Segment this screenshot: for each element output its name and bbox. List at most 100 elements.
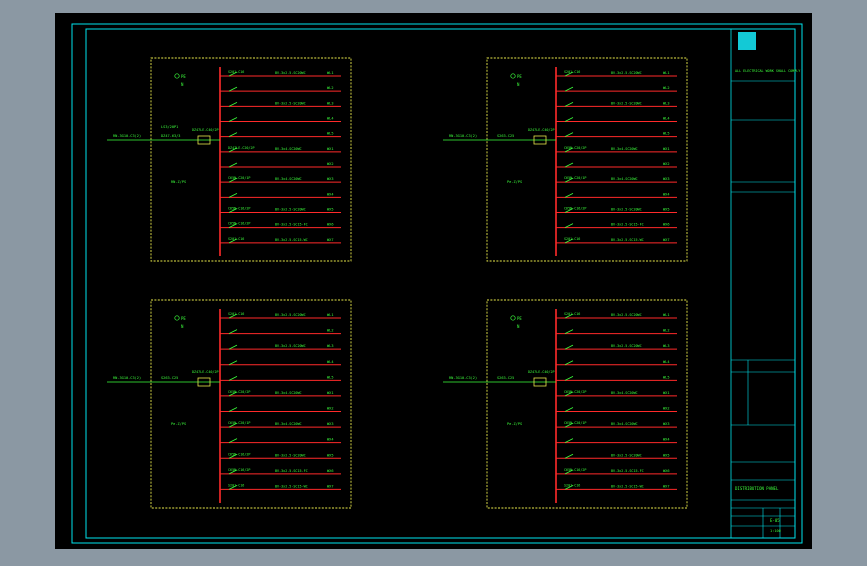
circuit-breaker-label: DZ47LE-C20/2P <box>228 146 255 150</box>
circuit-breaker-label: S201-C16 <box>564 237 580 241</box>
circuit-id: WX2 <box>663 162 670 166</box>
circuit-breaker-label: S201-C16 <box>564 312 580 316</box>
circuit-cable-label: BV-3x2.5-SC15-WC <box>275 484 308 488</box>
circuit-cable-label: BV-3x4-SC20WC <box>275 422 302 426</box>
circuit-cable-label: BV-3x2.5-SC20WC <box>611 101 642 105</box>
side-label-a: LS3/20P1 <box>161 125 178 129</box>
circuit-id: WX5 <box>663 453 670 457</box>
circuit-breaker-label: S201-C16 <box>228 70 244 74</box>
circuit-id: WX5 <box>663 208 670 212</box>
circuit-id: WL5 <box>663 132 670 136</box>
circuit-id: WL4 <box>663 117 670 121</box>
circuit-breaker-label: C65N-C16/2P <box>228 452 250 456</box>
circuit-id: WX6 <box>327 223 334 227</box>
circuit-id: WL4 <box>663 360 670 364</box>
circuit-id: WX3 <box>327 177 334 181</box>
circuit-id: WX6 <box>663 223 670 227</box>
main-switch-label: S263-C25 <box>497 376 514 380</box>
circuit-cable-label: BV-3x4-SC20WC <box>611 422 638 426</box>
circuit-cable-label: BV-3x2.5-SC20WC <box>611 208 642 212</box>
drawing-number: E-05 <box>770 518 780 523</box>
cad-viewport[interactable]: ALL ELECTRICAL WORK SHALL COMPLY DISTRIB… <box>0 0 867 562</box>
design-note: ALL ELECTRICAL WORK SHALL COMPLY <box>735 69 800 73</box>
circuit-breaker-label: C65N-C20/2P <box>564 390 586 394</box>
circuit-cable-label: BV-3x2.5-SC20WC <box>275 453 306 457</box>
circuit-cable-label: BV-3x2.5-SC15-WC <box>611 238 644 242</box>
circuit-cable-label: BV-3x2.5-SC20WC <box>275 344 306 348</box>
circuit-cable-label: BV-3x4-SC20WC <box>611 147 638 151</box>
pe-label: PE <box>517 316 522 321</box>
side-label-b: RN-Z/PS <box>171 180 186 184</box>
circuit-breaker-label: C65N-C16/2P <box>228 207 250 211</box>
circuit-cable-label: BV-3x2.5-SC15-FC <box>611 223 644 227</box>
circuit-id: WX7 <box>327 484 334 488</box>
main-switch-label: S263-C25 <box>161 376 178 380</box>
meter-label: DZ47LE-C40/2P <box>192 128 219 132</box>
pe-label: PE <box>181 316 186 321</box>
company-logo <box>738 32 756 50</box>
circuit-cable-label: BV-3x2.5-SC15-WC <box>611 484 644 488</box>
circuit-id: WX2 <box>327 162 334 166</box>
circuit-cable-label: BV-3x4-SC20WC <box>275 147 302 151</box>
meter-label: DZ47LE-C40/2P <box>528 370 555 374</box>
circuit-cable-label: BV-3x4-SC20WC <box>275 391 302 395</box>
circuit-id: WL2 <box>663 329 670 333</box>
circuit-breaker-label: C65N-C16/2P <box>564 468 586 472</box>
circuit-id: WX4 <box>663 192 670 196</box>
circuit-id: WX7 <box>327 238 334 242</box>
cad-drawing[interactable]: ALL ELECTRICAL WORK SHALL COMPLY DISTRIB… <box>0 0 867 562</box>
circuit-id: WL5 <box>327 132 334 136</box>
drawing-sheet <box>55 13 812 549</box>
circuit-cable-label: BV-3x2.5-SC20WC <box>611 344 642 348</box>
circuit-id: WL4 <box>327 360 334 364</box>
circuit-id: WL2 <box>327 329 334 333</box>
circuit-breaker-label: C65N-C20/2P <box>228 390 250 394</box>
circuit-cable-label: BV-3x2.5-SC20WC <box>275 313 306 317</box>
circuit-cable-label: BV-3x2.5-SC15-FC <box>275 469 308 473</box>
circuit-id: WX4 <box>327 192 334 196</box>
circuit-cable-label: BV-3x2.5-SC20WC <box>611 71 642 75</box>
main-switch-label: S263-C25 <box>497 134 514 138</box>
circuit-id: WX4 <box>327 438 334 442</box>
circuit-id: WL1 <box>663 313 670 317</box>
circuit-id: WX1 <box>327 391 334 395</box>
side-label-b: Pe-Z/PS <box>171 422 186 426</box>
circuit-id: WL5 <box>327 375 334 379</box>
circuit-id: WX5 <box>327 453 334 457</box>
feeder-cable-label: RN-3G10-C3(2) <box>113 134 141 138</box>
feeder-cable-label: RN-3G10-C3(2) <box>449 376 477 380</box>
circuit-cable-label: BV-3x2.5-SC20WC <box>275 208 306 212</box>
circuit-breaker-label: S201-C16 <box>564 70 580 74</box>
circuit-id: WX3 <box>663 177 670 181</box>
circuit-breaker-label: C65N-C16/2P <box>228 468 250 472</box>
circuit-cable-label: BV-3x4-SC20WC <box>275 177 302 181</box>
pe-label: PE <box>181 74 186 79</box>
circuit-breaker-label: S201-C16 <box>228 237 244 241</box>
circuit-cable-label: BV-3x2.5-SC20WC <box>275 71 306 75</box>
circuit-cable-label: BV-3x2.5-SC20WC <box>611 313 642 317</box>
circuit-id: WX7 <box>663 238 670 242</box>
circuit-id: WX5 <box>327 208 334 212</box>
circuit-breaker-label: C65N-C20/2P <box>564 146 586 150</box>
circuit-cable-label: BV-3x2.5-SC15-FC <box>275 223 308 227</box>
drawing-title: DISTRIBUTION PANEL <box>735 486 779 491</box>
side-label-b: Pe-Z/PS <box>507 422 522 426</box>
circuit-id: WX7 <box>663 484 670 488</box>
circuit-id: WL3 <box>663 344 670 348</box>
feeder-cable-label: RN-3G10-C3(2) <box>113 376 141 380</box>
circuit-id: WX1 <box>663 147 670 151</box>
circuit-breaker-label: S201-C16 <box>228 312 244 316</box>
circuit-cable-label: BV-3x4-SC20WC <box>611 391 638 395</box>
circuit-cable-label: BV-3x2.5-SC20WC <box>275 101 306 105</box>
circuit-id: WL1 <box>327 71 334 75</box>
circuit-id: WL1 <box>663 71 670 75</box>
circuit-id: WX2 <box>327 407 334 411</box>
circuit-id: WX6 <box>663 469 670 473</box>
circuit-id: WL3 <box>327 344 334 348</box>
circuit-id: WL3 <box>327 101 334 105</box>
circuit-id: WL2 <box>663 86 670 90</box>
circuit-cable-label: BV-3x2.5-SC15-FC <box>611 469 644 473</box>
circuit-breaker-label: S201-C16 <box>228 483 244 487</box>
circuit-id: WX4 <box>663 438 670 442</box>
drawing-scale: 1:100 <box>770 529 781 533</box>
